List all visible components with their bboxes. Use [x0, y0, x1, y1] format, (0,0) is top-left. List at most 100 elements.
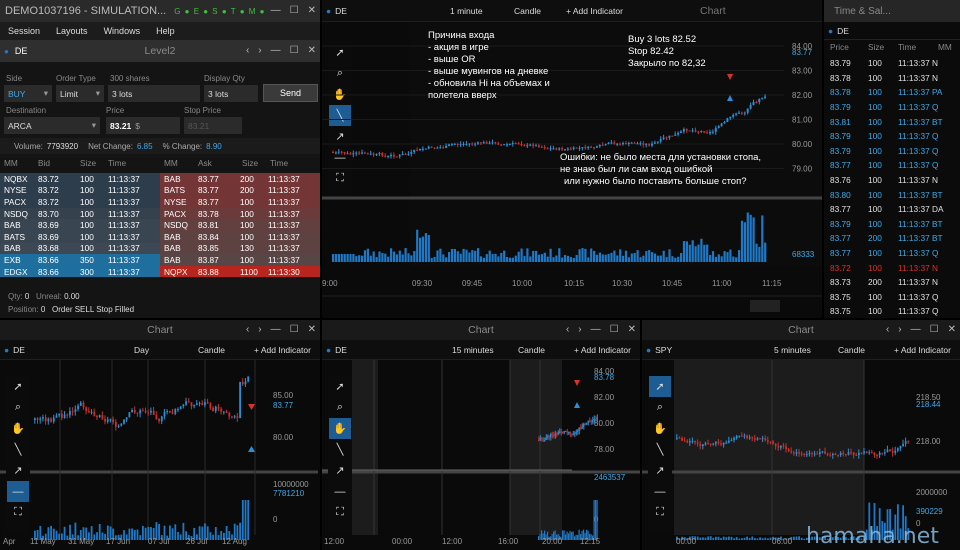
menu-help[interactable]: Help: [148, 26, 183, 36]
ask-row[interactable]: PACX 83.78 100 11:13:37: [160, 207, 320, 220]
bid-time-header[interactable]: Time: [108, 158, 160, 172]
ts-size-header[interactable]: Size: [862, 42, 890, 52]
next-icon[interactable]: ›: [258, 324, 261, 335]
ask-row[interactable]: BAB 83.87 100 11:13:37: [160, 254, 320, 266]
chart-type-select[interactable]: Candle: [830, 345, 873, 355]
ask-row[interactable]: BAB 83.77 200 11:13:37: [160, 173, 320, 185]
arrow-tool-icon[interactable]: ↗: [329, 460, 351, 481]
ts-symbol[interactable]: DE: [837, 26, 849, 36]
prev-icon[interactable]: ‹: [246, 324, 249, 335]
chart-type-select[interactable]: Candle: [506, 6, 549, 16]
bid-row[interactable]: NYSE 83.72 100 11:13:37: [0, 184, 160, 197]
close-icon[interactable]: ✕: [948, 324, 956, 335]
ask-row[interactable]: NSDQ 83.81 100 11:13:37: [160, 219, 320, 231]
bid-row[interactable]: BAB 83.69 100 11:13:37: [0, 219, 160, 231]
hline-tool-icon[interactable]: —: [649, 481, 671, 502]
price-chart[interactable]: 84.0083.7882.0080.0078.002463537012:00 00…: [322, 360, 640, 550]
interval-select[interactable]: Day: [126, 345, 157, 355]
price-chart[interactable]: 218.50218.44218.002000000390229000:00 06:…: [642, 360, 960, 550]
add-indicator-button[interactable]: + Add Indicator: [558, 6, 631, 16]
send-button[interactable]: Send: [263, 84, 318, 102]
rect-tool-icon[interactable]: ⛶: [649, 502, 671, 523]
cursor-icon[interactable]: ➚: [7, 376, 29, 397]
bid-row[interactable]: EXB 83.66 350 11:13:37: [0, 254, 160, 266]
cursor-icon[interactable]: ➚: [649, 376, 671, 397]
ts-time-header[interactable]: Time: [890, 42, 928, 52]
minimize-icon[interactable]: —: [911, 324, 921, 335]
close-icon[interactable]: ✕: [308, 324, 316, 335]
line-tool-icon[interactable]: ╲: [7, 439, 29, 460]
ask-row[interactable]: BAB 83.84 100 11:13:37: [160, 230, 320, 243]
chart-symbol[interactable]: SPY: [655, 345, 680, 355]
ask-row[interactable]: NQPX 83.88 1100 11:13:30: [160, 265, 320, 278]
hline-tool-icon[interactable]: —: [329, 481, 351, 502]
bid-row[interactable]: BAB 83.68 100 11:13:37: [0, 242, 160, 255]
interval-select[interactable]: 1 minute: [442, 6, 491, 16]
bid-size-header[interactable]: Size: [76, 158, 108, 172]
stop-price-input[interactable]: 83.21: [184, 117, 242, 134]
arrow-tool-icon[interactable]: ↗: [7, 460, 29, 481]
side-select[interactable]: BUY ▾: [4, 85, 52, 102]
next-icon[interactable]: ›: [578, 324, 581, 335]
zoom-icon[interactable]: ⌕: [7, 397, 29, 418]
menu-layouts[interactable]: Layouts: [48, 26, 96, 36]
chart-symbol[interactable]: DE: [13, 345, 33, 355]
cursor-icon[interactable]: ➚: [329, 376, 351, 397]
bid-header[interactable]: Bid: [38, 158, 76, 172]
maximize-icon[interactable]: ☐: [610, 324, 619, 335]
minimize-icon[interactable]: —: [271, 5, 281, 16]
line-tool-icon[interactable]: ╲: [649, 439, 671, 460]
ts-mm-header[interactable]: MM: [928, 42, 954, 52]
ts-price-header[interactable]: Price: [824, 42, 862, 52]
prev-icon[interactable]: ‹: [886, 324, 889, 335]
add-indicator-button[interactable]: + Add Indicator: [246, 345, 319, 355]
prev-icon[interactable]: ‹: [566, 324, 569, 335]
price-chart[interactable]: 85.0083.77 80.00 100000007781210 0 Apr 11 May…: [0, 360, 318, 550]
hand-icon[interactable]: ✋: [7, 418, 29, 439]
display-qty-input[interactable]: 3 lots: [204, 85, 258, 102]
add-indicator-button[interactable]: + Add Indicator: [566, 345, 639, 355]
zoom-icon[interactable]: ⌕: [329, 397, 351, 418]
hand-icon[interactable]: ✋: [649, 418, 671, 439]
bid-mm-header[interactable]: MM: [0, 158, 38, 172]
hline-tool-icon[interactable]: —: [7, 481, 29, 502]
menu-windows[interactable]: Windows: [96, 26, 149, 36]
ask-header[interactable]: Ask: [198, 158, 238, 172]
minimize-icon[interactable]: —: [271, 324, 281, 335]
prev-icon[interactable]: ‹: [246, 45, 249, 56]
interval-select[interactable]: 5 minutes: [766, 345, 819, 355]
destination-select[interactable]: ARCA ▾: [4, 117, 100, 134]
chart-symbol[interactable]: DE: [335, 6, 355, 16]
ask-row[interactable]: BATS 83.77 200 11:13:37: [160, 184, 320, 197]
next-icon[interactable]: ›: [258, 45, 261, 56]
rect-tool-icon[interactable]: ⛶: [329, 502, 351, 523]
ask-row[interactable]: BAB 83.85 130 11:13:37: [160, 242, 320, 255]
ask-size-header[interactable]: Size: [238, 158, 270, 172]
maximize-icon[interactable]: ☐: [290, 45, 299, 56]
menu-session[interactable]: Session: [0, 26, 48, 36]
maximize-icon[interactable]: ☐: [290, 324, 299, 335]
chart-symbol[interactable]: DE: [335, 345, 355, 355]
ask-row[interactable]: NYSE 83.77 100 11:13:37: [160, 196, 320, 208]
hand-icon[interactable]: ✋: [329, 418, 351, 439]
bid-row[interactable]: NQBX 83.72 100 11:13:37: [0, 173, 160, 185]
close-icon[interactable]: ✕: [308, 5, 316, 16]
price-input[interactable]: 83.21 $: [106, 117, 180, 134]
maximize-icon[interactable]: ☐: [930, 324, 939, 335]
close-icon[interactable]: ✕: [628, 324, 636, 335]
bid-row[interactable]: EDGX 83.66 300 11:13:37: [0, 265, 160, 278]
ask-time-header[interactable]: Time: [270, 158, 318, 172]
ask-mm-header[interactable]: MM: [160, 158, 198, 172]
zoom-icon[interactable]: ⌕: [649, 397, 671, 418]
maximize-icon[interactable]: ☐: [290, 5, 299, 16]
bid-row[interactable]: PACX 83.72 100 11:13:37: [0, 196, 160, 208]
bid-row[interactable]: BATS 83.69 100 11:13:37: [0, 230, 160, 243]
chart-type-select[interactable]: Candle: [190, 345, 233, 355]
add-indicator-button[interactable]: + Add Indicator: [886, 345, 959, 355]
next-icon[interactable]: ›: [898, 324, 901, 335]
line-tool-icon[interactable]: ╲: [329, 439, 351, 460]
order-type-select[interactable]: Limit ▾: [56, 85, 104, 102]
arrow-tool-icon[interactable]: ↗: [649, 460, 671, 481]
qty-input[interactable]: 3 lots: [108, 85, 200, 102]
interval-select[interactable]: 15 minutes: [444, 345, 502, 355]
